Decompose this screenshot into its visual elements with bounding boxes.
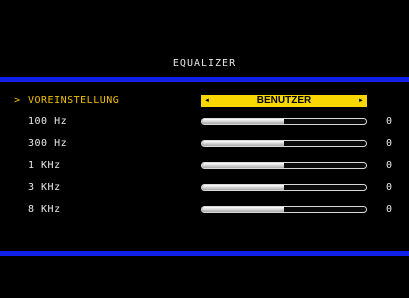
band-slider[interactable]	[201, 140, 367, 147]
header-divider	[0, 77, 409, 82]
band-value: 0	[386, 160, 393, 171]
preset-label: VOREINSTELLUNG	[28, 95, 120, 106]
osd-title: EQUALIZER	[172, 58, 237, 69]
arrow-left-icon[interactable]: ◄	[204, 95, 210, 107]
osd-screen: EQUALIZER > VOREINSTELLUNG ◄ BENUTZER ► …	[0, 0, 409, 298]
footer-divider	[0, 251, 409, 256]
band-slider[interactable]	[201, 206, 367, 213]
band-value: 0	[386, 182, 393, 193]
band-value: 0	[386, 138, 393, 149]
band-value: 0	[386, 204, 393, 215]
band-row-300hz[interactable]: 300 Hz 0	[0, 137, 409, 151]
selection-cursor-icon: >	[14, 95, 21, 106]
arrow-right-icon[interactable]: ►	[358, 95, 364, 107]
slider-fill	[202, 185, 284, 190]
band-row-100hz[interactable]: 100 Hz 0	[0, 115, 409, 129]
band-label: 3 KHz	[28, 182, 61, 193]
band-row-8khz[interactable]: 8 KHz 0	[0, 203, 409, 217]
band-row-3khz[interactable]: 3 KHz 0	[0, 181, 409, 195]
slider-fill	[202, 141, 284, 146]
band-label: 8 KHz	[28, 204, 61, 215]
band-slider[interactable]	[201, 118, 367, 125]
slider-fill	[202, 119, 284, 124]
preset-value: BENUTZER	[256, 95, 312, 106]
band-value: 0	[386, 116, 393, 127]
slider-fill	[202, 163, 284, 168]
preset-row[interactable]: > VOREINSTELLUNG ◄ BENUTZER ►	[0, 94, 409, 108]
band-label: 1 KHz	[28, 160, 61, 171]
slider-fill	[202, 207, 284, 212]
band-slider[interactable]	[201, 184, 367, 191]
band-label: 300 Hz	[28, 138, 68, 149]
band-label: 100 Hz	[28, 116, 68, 127]
preset-selector[interactable]: ◄ BENUTZER ►	[201, 95, 367, 107]
band-row-1khz[interactable]: 1 KHz 0	[0, 159, 409, 173]
band-slider[interactable]	[201, 162, 367, 169]
